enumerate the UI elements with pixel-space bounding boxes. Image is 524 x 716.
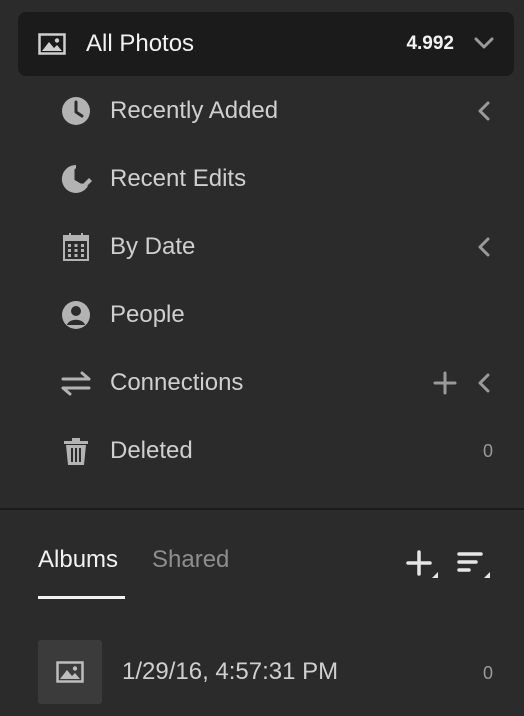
nav-item-recent-edits[interactable]: Recent Edits xyxy=(0,145,524,213)
nav-item-label: People xyxy=(110,301,185,328)
add-album-icon[interactable] xyxy=(406,548,440,582)
add-icon[interactable] xyxy=(433,371,457,395)
nav-item-recently-added[interactable]: Recently Added xyxy=(0,77,524,145)
nav-item-label: Recently Added xyxy=(110,97,279,124)
nav-item-label: By Date xyxy=(110,233,196,260)
nav-item-people[interactable]: People xyxy=(0,281,524,349)
nav-item-by-date[interactable]: By Date xyxy=(0,213,524,281)
library-panel: All Photos 4.992 Recently Added Recent E… xyxy=(0,0,524,716)
active-tab-indicator xyxy=(38,596,125,599)
chevron-left-icon[interactable] xyxy=(476,235,492,259)
image-icon xyxy=(56,661,84,683)
album-name: 1/29/16, 4:57:31 PM xyxy=(122,658,339,685)
album-item[interactable]: 1/29/16, 4:57:31 PM 0 xyxy=(0,636,524,708)
section-divider xyxy=(0,508,524,510)
arrows-swap-icon xyxy=(61,371,91,396)
all-photos-label: All Photos xyxy=(86,30,195,57)
image-icon xyxy=(38,33,66,55)
chevron-down-icon[interactable] xyxy=(474,36,494,50)
deleted-count: 0 xyxy=(482,441,493,461)
album-count: 0 xyxy=(482,663,493,683)
tab-shared[interactable]: Shared xyxy=(152,546,229,574)
album-thumbnail xyxy=(38,640,102,704)
trash-icon xyxy=(64,438,88,465)
nav-item-label: Recent Edits xyxy=(110,165,247,192)
nav-item-label: Deleted xyxy=(110,437,193,464)
edit-clock-icon xyxy=(61,164,92,193)
nav-item-deleted[interactable]: Deleted 0 xyxy=(0,417,524,485)
calendar-icon xyxy=(63,233,89,261)
nav-item-label: Connections xyxy=(110,369,244,396)
all-photos-count: 4.992 xyxy=(406,33,454,54)
sort-icon[interactable] xyxy=(456,548,490,582)
nav-item-connections[interactable]: Connections xyxy=(0,349,524,417)
chevron-left-icon[interactable] xyxy=(476,371,492,395)
person-icon xyxy=(62,301,90,329)
clock-icon xyxy=(62,97,90,125)
all-photos-row[interactable]: All Photos 4.992 xyxy=(18,12,514,76)
tab-albums[interactable]: Albums xyxy=(38,546,118,574)
chevron-left-icon[interactable] xyxy=(476,99,492,123)
